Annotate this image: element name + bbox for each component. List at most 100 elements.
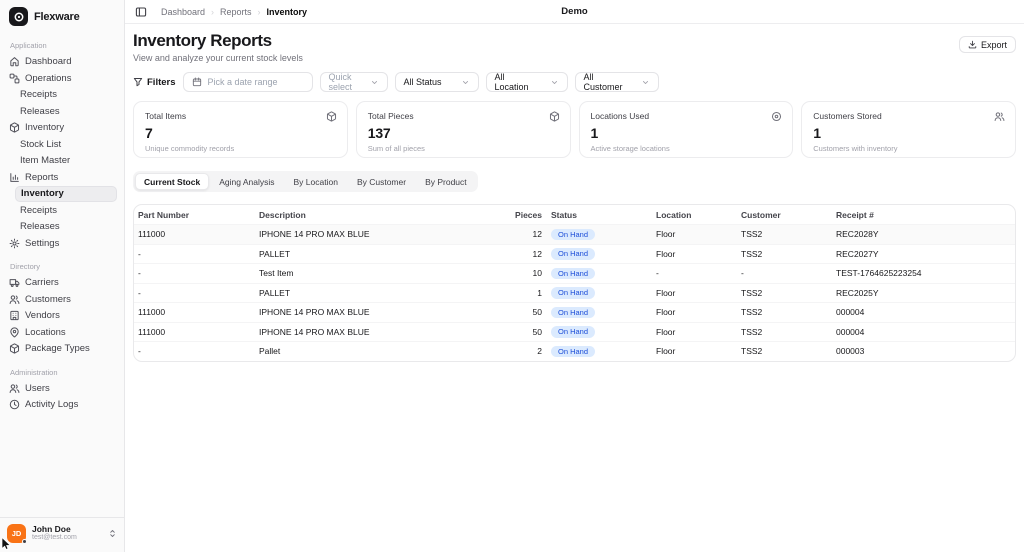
sidebar-item-label: Receipts [20, 204, 57, 216]
cell-pieces: 1 [537, 287, 542, 298]
status-badge: On Hand [551, 267, 596, 279]
tab-by-customer[interactable]: By Customer [348, 173, 415, 190]
sidebar-item-label: Activity Logs [25, 399, 79, 411]
column-header: Description [259, 209, 306, 220]
main-area: Dashboard › Reports › Inventory Demo Invento… [125, 0, 1024, 552]
table-row[interactable]: - Pallet 2 On Hand Floor TSS2 000003 [134, 341, 1015, 361]
cell-customer: - [741, 268, 744, 279]
chevrons-up-down-icon [108, 529, 117, 538]
cell-pieces: 10 [532, 268, 542, 279]
cell-description: PALLET [259, 248, 291, 259]
cell-location: Floor [656, 229, 676, 240]
inventory-table: Part Number Description Pieces Status Locati… [133, 204, 1016, 362]
table-row[interactable]: - Test Item 10 On Hand - - TEST-1764625223254 [134, 263, 1015, 283]
sidebar-item-stock-list[interactable]: Stock List [15, 137, 117, 153]
sidebar-toggle-icon[interactable] [135, 6, 147, 18]
cell-receipt: TEST-1764625223254 [836, 268, 922, 279]
filter-bar: Filters Pick a date range Quick select Al… [133, 72, 1016, 92]
sidebar-item-reports-receipts[interactable]: Receipts [15, 203, 117, 219]
tab-by-product[interactable]: By Product [416, 173, 476, 190]
cell-customer: TSS2 [741, 346, 763, 357]
table-row[interactable]: - PALLET 1 On Hand Floor TSS2 REC2025Y [134, 282, 1015, 303]
status-dot [22, 539, 27, 544]
sidebar-item-reports-inventory[interactable]: Inventory [15, 186, 117, 202]
cell-status: On Hand [542, 345, 656, 357]
column-header: Location [656, 209, 692, 220]
sidebar-item-activity-logs[interactable]: Activity Logs [7, 397, 117, 413]
date-range-input[interactable]: Pick a date range [182, 72, 313, 92]
cell-location: Floor [656, 287, 676, 298]
sidebar-item-operations-receipts[interactable]: Receipts [15, 87, 117, 103]
sidebar-item-package-types[interactable]: Package Types [7, 341, 117, 357]
mouse-cursor [1, 537, 14, 552]
breadcrumb-dashboard[interactable]: Dashboard [161, 7, 205, 17]
sidebar: Flexware Application Dashboard Operations R… [0, 0, 125, 552]
sidebar-item-label: Vendors [25, 310, 60, 322]
cell-part: 111000 [138, 229, 166, 240]
sidebar-item-operations[interactable]: Operations [7, 71, 117, 87]
cell-part: - [138, 248, 141, 259]
stat-card-total-items: Total Items 7 Unique commodity records [133, 101, 348, 158]
cell-receipt: REC2028Y [836, 229, 879, 240]
cell-customer: TSS2 [741, 229, 763, 240]
user-menu[interactable]: JD John Doe test@test.com [0, 517, 124, 552]
stat-value: 1 [813, 125, 821, 141]
select-value: All Status [403, 77, 442, 87]
sidebar-item-label: Inventory [21, 188, 64, 200]
sidebar-item-inventory[interactable]: Inventory [7, 120, 117, 136]
stat-value: 137 [367, 125, 391, 141]
table-row[interactable]: 111000 IPHONE 14 PRO MAX BLUE 50 On Hand Flo… [134, 302, 1015, 322]
table-row[interactable]: - PALLET 12 On Hand Floor TSS2 REC2027Y [134, 243, 1015, 264]
sidebar-nav: Application Dashboard Operations Receipts Re… [0, 30, 124, 517]
sidebar-item-users[interactable]: Users [7, 381, 117, 397]
export-button[interactable]: Export [958, 36, 1016, 53]
stat-caption: Customers with inventory [813, 144, 898, 153]
cell-location: Floor [656, 326, 676, 337]
sidebar-item-carriers[interactable]: Carriers [7, 275, 117, 291]
sidebar-item-label: Customers [25, 293, 71, 305]
status-badge: On Hand [551, 248, 596, 260]
chevron-down-icon [461, 78, 470, 87]
workflow-icon [9, 73, 20, 84]
cell-location: Floor [656, 248, 676, 259]
cell-pieces: 50 [532, 326, 542, 337]
status-badge: On Hand [551, 326, 596, 338]
tab-by-location[interactable]: By Location [285, 173, 347, 190]
package-icon [326, 111, 337, 122]
table-row[interactable]: 111000 IPHONE 14 PRO MAX BLUE 50 On Hand Flo… [134, 321, 1015, 342]
stat-label: Customers Stored [813, 111, 882, 121]
status-badge: On Hand [551, 228, 596, 240]
users-icon [9, 294, 20, 305]
column-header: Part Number [138, 209, 190, 220]
breadcrumb-reports[interactable]: Reports [220, 7, 252, 17]
sidebar-item-locations[interactable]: Locations [7, 325, 117, 341]
tab-aging-analysis[interactable]: Aging Analysis [210, 173, 283, 190]
gear-icon [9, 238, 20, 249]
tab-current-stock[interactable]: Current Stock [135, 173, 210, 190]
sidebar-item-reports[interactable]: Reports [7, 170, 117, 186]
stat-caption: Sum of all pieces [367, 144, 425, 153]
location-select[interactable]: All Location [485, 72, 568, 92]
sidebar-item-vendors[interactable]: Vendors [7, 308, 117, 324]
customer-select[interactable]: All Customer [574, 72, 659, 92]
quick-select-select[interactable]: Quick select [319, 72, 388, 92]
funnel-icon [133, 77, 143, 87]
sidebar-item-settings[interactable]: Settings [7, 236, 117, 252]
nav-section-label: Application [10, 41, 47, 50]
sidebar-item-label: Releases [20, 221, 60, 233]
cell-description: IPHONE 14 PRO MAX BLUE [259, 229, 370, 240]
stat-card-locations-used: Locations Used 1 Active storage locations [578, 101, 794, 158]
table-row[interactable]: 111000 IPHONE 14 PRO MAX BLUE 12 On Hand Flo… [134, 224, 1015, 244]
filters-label: Filters [133, 77, 176, 88]
sidebar-item-operations-releases[interactable]: Releases [15, 104, 117, 120]
column-header: Customer [741, 209, 781, 220]
stat-cards: Total Items 7 Unique commodity records Tota… [133, 101, 1016, 158]
users-icon [994, 111, 1005, 122]
cell-pieces: 12 [532, 248, 542, 259]
sidebar-item-dashboard[interactable]: Dashboard [7, 54, 117, 70]
status-select[interactable]: All Status [394, 72, 479, 92]
sidebar-item-reports-releases[interactable]: Releases [15, 219, 117, 235]
sidebar-item-item-master[interactable]: Item Master [15, 153, 117, 169]
sidebar-item-customers[interactable]: Customers [7, 292, 117, 308]
truck-icon [9, 277, 20, 288]
